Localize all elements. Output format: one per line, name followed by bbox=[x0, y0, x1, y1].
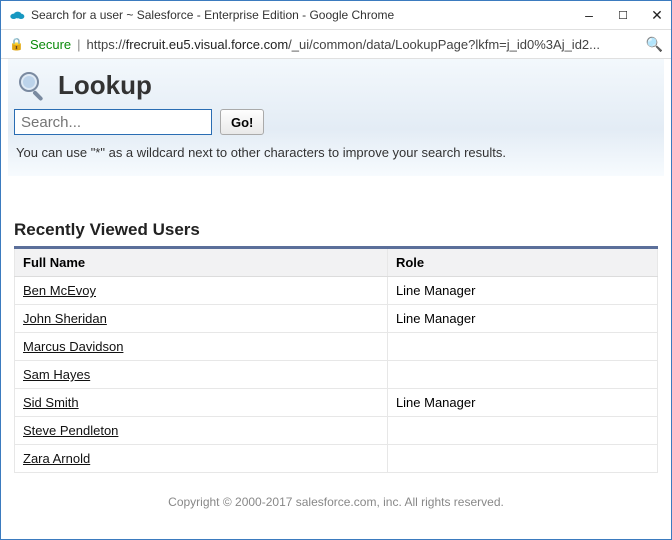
user-link[interactable]: Ben McEvoy bbox=[23, 283, 96, 298]
user-link[interactable]: Zara Arnold bbox=[23, 451, 90, 466]
user-link[interactable]: John Sheridan bbox=[23, 311, 107, 326]
table-row: Sid Smith Line Manager bbox=[15, 389, 658, 417]
window-title: Search for a user ~ Salesforce - Enterpr… bbox=[31, 8, 573, 22]
salesforce-cloud-icon bbox=[9, 7, 25, 23]
lock-icon: 🔒 bbox=[9, 37, 24, 51]
col-role: Role bbox=[387, 248, 657, 277]
recently-viewed-heading: Recently Viewed Users bbox=[14, 220, 658, 240]
maximize-button[interactable]: ☐ bbox=[615, 9, 631, 22]
table-row: John Sheridan Line Manager bbox=[15, 305, 658, 333]
user-role bbox=[387, 361, 657, 389]
user-link[interactable]: Sam Hayes bbox=[23, 367, 90, 382]
window-titlebar: Search for a user ~ Salesforce - Enterpr… bbox=[1, 1, 671, 30]
address-bar: 🔒 Secure | https://frecruit.eu5.visual.f… bbox=[1, 30, 671, 59]
user-role bbox=[387, 333, 657, 361]
user-link[interactable]: Marcus Davidson bbox=[23, 339, 123, 354]
user-role bbox=[387, 445, 657, 473]
footer-text: Copyright © 2000-2017 salesforce.com, in… bbox=[14, 495, 658, 509]
secure-label: Secure bbox=[30, 37, 71, 52]
close-button[interactable]: ✕ bbox=[649, 7, 665, 24]
zoom-icon[interactable]: 🔍 bbox=[646, 36, 663, 53]
user-role: Line Manager bbox=[387, 389, 657, 417]
minimize-button[interactable]: – bbox=[581, 7, 597, 23]
table-row: Sam Hayes bbox=[15, 361, 658, 389]
col-full-name: Full Name bbox=[15, 248, 388, 277]
user-role: Line Manager bbox=[387, 305, 657, 333]
users-table: Full Name Role Ben McEvoyLine ManagerJoh… bbox=[14, 246, 658, 473]
table-row: Steve Pendleton bbox=[15, 417, 658, 445]
page-title: Lookup bbox=[58, 70, 152, 101]
user-role bbox=[387, 417, 657, 445]
table-row: Marcus Davidson bbox=[15, 333, 658, 361]
lookup-header: Lookup Go! You can use "*" as a wildcard… bbox=[8, 59, 664, 176]
user-link[interactable]: Sid Smith bbox=[23, 395, 79, 410]
go-button[interactable]: Go! bbox=[220, 109, 264, 135]
search-input[interactable] bbox=[14, 109, 212, 135]
table-row: Zara Arnold bbox=[15, 445, 658, 473]
user-role: Line Manager bbox=[387, 277, 657, 305]
table-row: Ben McEvoy Line Manager bbox=[15, 277, 658, 305]
search-hint: You can use "*" as a wildcard next to ot… bbox=[14, 137, 658, 162]
user-link[interactable]: Steve Pendleton bbox=[23, 423, 118, 438]
magnifier-icon bbox=[16, 69, 48, 101]
url-text[interactable]: https://frecruit.eu5.visual.force.com/_u… bbox=[87, 37, 640, 52]
